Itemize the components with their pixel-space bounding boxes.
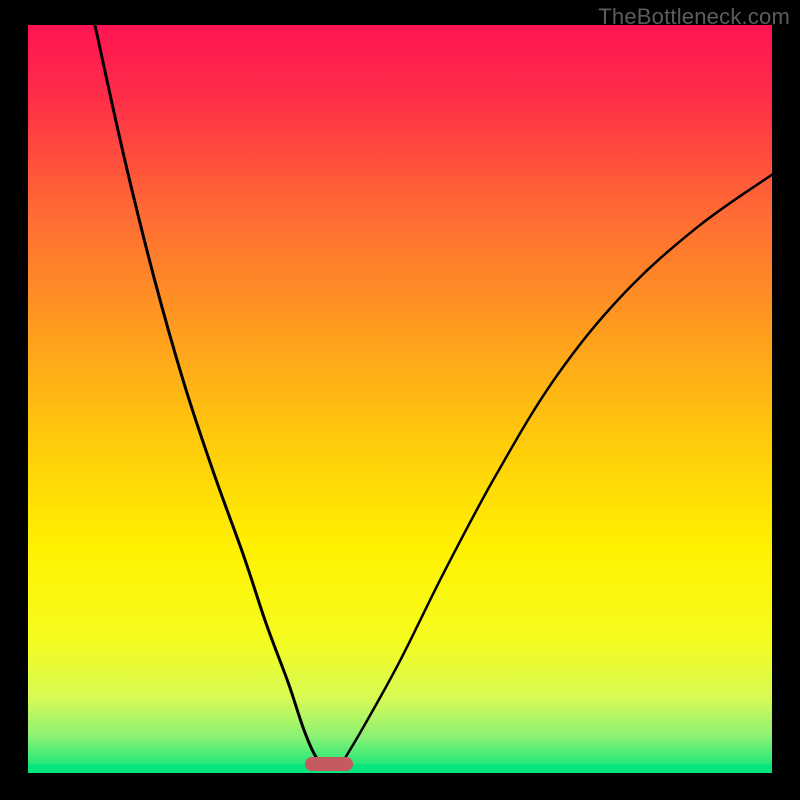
curve-left-branch xyxy=(95,25,326,769)
curve-right-branch xyxy=(340,175,772,766)
chart-frame: TheBottleneck.com xyxy=(0,0,800,800)
optimum-marker xyxy=(305,757,353,771)
baseline-strip xyxy=(28,764,772,773)
plot-area xyxy=(28,25,772,773)
watermark-text: TheBottleneck.com xyxy=(598,4,790,30)
curve-layer xyxy=(28,25,772,773)
